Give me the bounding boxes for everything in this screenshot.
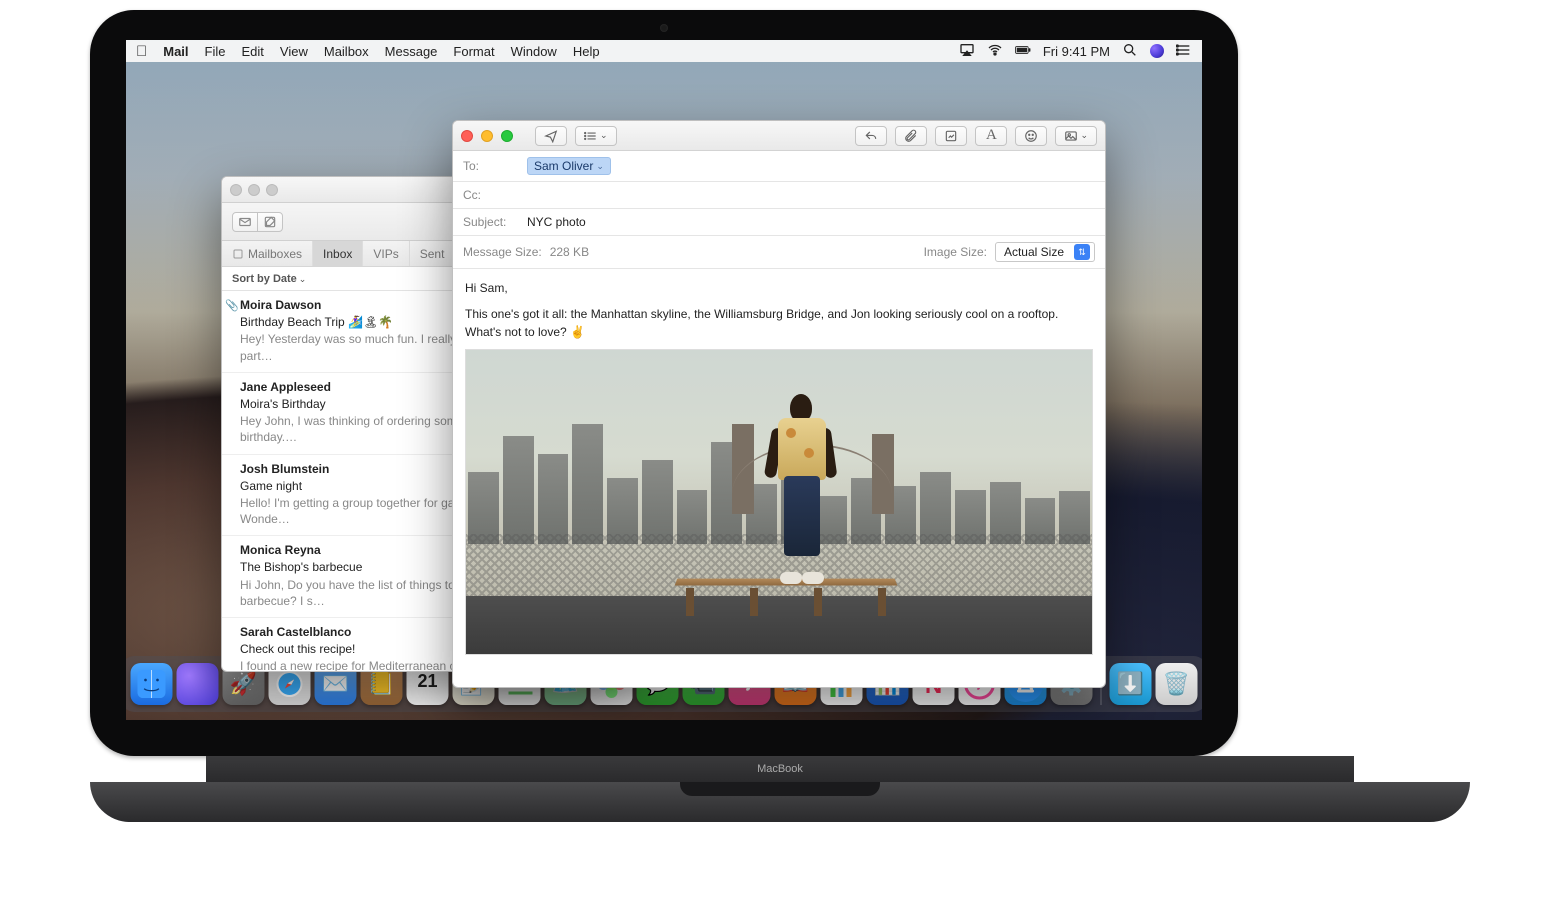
message-from: Moira Dawson <box>240 297 321 313</box>
menubar:  Mail File Edit View Mailbox Message Fo… <box>126 40 1202 62</box>
format-button[interactable]: A <box>975 126 1007 146</box>
siri-icon[interactable] <box>1150 44 1164 58</box>
menu-edit[interactable]: Edit <box>242 44 264 59</box>
camera-dot <box>660 24 668 32</box>
attached-photo[interactable] <box>465 349 1093 655</box>
compose-toolbar: ⌄ A ⌄ <box>453 121 1105 151</box>
dock-finder[interactable] <box>131 663 173 705</box>
dock-trash[interactable]: 🗑️ <box>1156 663 1198 705</box>
spotlight-icon[interactable] <box>1122 42 1138 61</box>
body-text: This one's got it all: the Manhattan sky… <box>465 305 1093 341</box>
subject-label: Subject: <box>463 215 519 229</box>
tab-inbox[interactable]: Inbox <box>313 241 363 266</box>
traffic-light-zoom[interactable] <box>266 184 278 196</box>
send-button[interactable] <box>535 126 567 146</box>
laptop-label: MacBook <box>757 763 803 775</box>
compose-window: ⌄ A ⌄ To: Sam Oliver⌄ Cc: <box>452 120 1106 688</box>
image-size-label: Image Size: <box>924 245 987 259</box>
cc-field[interactable]: Cc: <box>453 182 1105 209</box>
traffic-light-minimize[interactable] <box>248 184 260 196</box>
recipient-token[interactable]: Sam Oliver⌄ <box>527 157 611 175</box>
menu-message[interactable]: Message <box>385 44 438 59</box>
compose-button[interactable] <box>257 212 283 232</box>
apple-menu[interactable]:  <box>136 43 147 60</box>
get-mail-button[interactable] <box>232 212 258 232</box>
menu-format[interactable]: Format <box>453 44 494 59</box>
battery-icon[interactable] <box>1015 42 1031 61</box>
reply-button[interactable] <box>855 126 887 146</box>
cc-label: Cc: <box>463 188 519 202</box>
message-from: Monica Reyna <box>240 542 321 558</box>
menu-file[interactable]: File <box>205 44 226 59</box>
airplay-icon[interactable] <box>959 42 975 61</box>
menu-view[interactable]: View <box>280 44 308 59</box>
traffic-light-close[interactable] <box>461 130 473 142</box>
menu-help[interactable]: Help <box>573 44 600 59</box>
photo-browser-button[interactable]: ⌄ <box>1055 126 1097 146</box>
subject-value: NYC photo <box>527 215 586 229</box>
menu-window[interactable]: Window <box>511 44 557 59</box>
tab-sent[interactable]: Sent <box>410 241 456 266</box>
message-from: Josh Blumstein <box>240 461 329 477</box>
attachment-icon: 📎 <box>225 299 239 314</box>
menu-mailbox[interactable]: Mailbox <box>324 44 369 59</box>
subject-field[interactable]: Subject: NYC photo <box>453 209 1105 236</box>
tab-vips[interactable]: VIPs <box>363 241 409 266</box>
markup-button[interactable] <box>935 126 967 146</box>
to-label: To: <box>463 159 519 173</box>
app-menu[interactable]: Mail <box>163 44 188 59</box>
dock-siri[interactable] <box>177 663 219 705</box>
image-size-select[interactable]: Actual Size ⇅ <box>995 242 1095 262</box>
attach-button[interactable] <box>895 126 927 146</box>
to-field[interactable]: To: Sam Oliver⌄ <box>453 151 1105 182</box>
notification-center-icon[interactable] <box>1176 42 1192 61</box>
traffic-light-minimize[interactable] <box>481 130 493 142</box>
message-from: Jane Appleseed <box>240 379 331 395</box>
tab-mailboxes[interactable]: Mailboxes <box>222 241 313 266</box>
message-size-label: Message Size: <box>463 245 542 259</box>
header-fields-button[interactable]: ⌄ <box>575 126 617 146</box>
emoji-button[interactable] <box>1015 126 1047 146</box>
compose-body[interactable]: Hi Sam, This one's got it all: the Manha… <box>453 269 1105 665</box>
dock-downloads[interactable]: ⬇️ <box>1110 663 1152 705</box>
message-size-value: 228 KB <box>550 245 589 259</box>
menubar-clock[interactable]: Fri 9:41 PM <box>1043 44 1110 59</box>
wifi-icon[interactable] <box>987 42 1003 61</box>
message-from: Sarah Castelblanco <box>240 624 351 640</box>
traffic-light-zoom[interactable] <box>501 130 513 142</box>
body-greeting: Hi Sam, <box>465 279 1093 297</box>
traffic-light-close[interactable] <box>230 184 242 196</box>
